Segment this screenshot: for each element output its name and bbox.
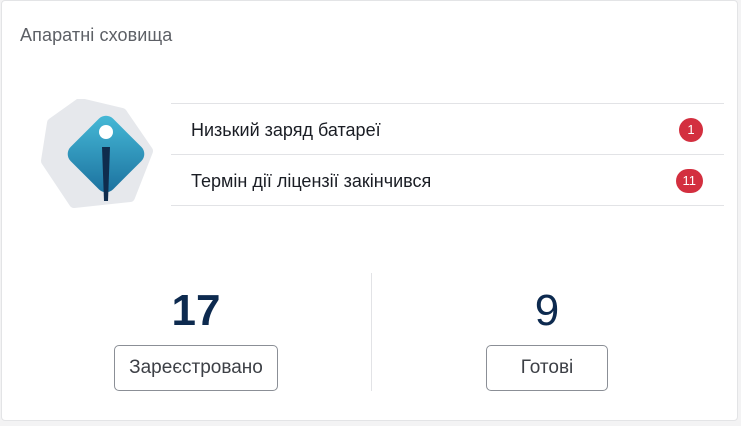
alert-list: Низький заряд батареї 1 Термін дії ліцен… bbox=[171, 103, 724, 206]
alert-row-license-expired[interactable]: Термін дії ліцензії закінчився 11 bbox=[171, 155, 724, 206]
stat-ready: 9 Готові bbox=[447, 283, 647, 391]
alert-count-badge: 1 bbox=[679, 118, 703, 142]
card-title: Апаратні сховища bbox=[20, 25, 173, 45]
ready-button[interactable]: Готові bbox=[485, 345, 609, 391]
alert-label: Термін дії ліцензії закінчився bbox=[191, 171, 432, 191]
registered-button[interactable]: Зареєстровано bbox=[114, 345, 278, 391]
ready-count: 9 bbox=[534, 286, 560, 335]
registered-count: 17 bbox=[171, 286, 221, 335]
info-icon-dot bbox=[99, 125, 113, 139]
hardware-storage-card: Апаратні сховища Низький заряд батареї 1… bbox=[1, 0, 738, 421]
alert-count-badge: 11 bbox=[675, 169, 703, 193]
stats-divider bbox=[371, 273, 372, 391]
alert-label: Низький заряд батареї bbox=[191, 120, 381, 140]
stat-registered: 17 Зареєстровано bbox=[96, 283, 296, 391]
alert-row-low-battery[interactable]: Низький заряд батареї 1 bbox=[171, 104, 724, 155]
info-icon bbox=[41, 99, 153, 208]
